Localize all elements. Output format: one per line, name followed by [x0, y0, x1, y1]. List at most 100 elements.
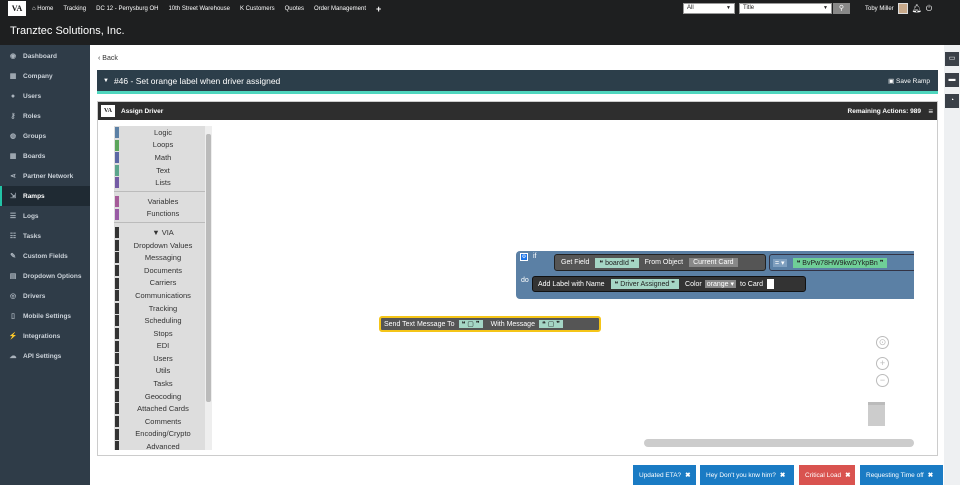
toolbox-category-via[interactable]: ▼ VIA [114, 226, 212, 239]
toolbox-category-documents[interactable]: Documents [114, 264, 212, 277]
back-link[interactable]: ‹ Back [98, 55, 118, 62]
recipient-string[interactable]: ❝ ▢ ❞ [458, 320, 483, 328]
zoom-out-icon[interactable]: − [876, 374, 889, 387]
sidebar-item-custom-fields[interactable]: ✎ Custom Fields [0, 246, 90, 266]
quick-tag-button[interactable]: Hey Don't you knw him? ✖ [700, 465, 794, 485]
scroll-thumb[interactable] [206, 134, 211, 402]
trash-icon[interactable] [868, 402, 885, 426]
toolbox-category-communications[interactable]: Communications [114, 289, 212, 302]
quick-tag-button[interactable]: Updated ETA? ✖ [633, 465, 696, 485]
get-field-block[interactable]: Get Field ❝ boardId ❞ From Object Curren… [554, 254, 766, 271]
toolbox-category-advanced[interactable]: Advanced [114, 440, 212, 450]
home-link[interactable]: ⌂ Home [32, 6, 53, 12]
nav-link-dc12[interactable]: DC 12 - Perrysburg OH [96, 6, 158, 12]
save-ramp-button[interactable]: ▣ Save Ramp [888, 77, 930, 85]
toolbox-category-comments[interactable]: Comments [114, 415, 212, 428]
search-scope-select[interactable]: All ▼ [683, 3, 735, 14]
sidebar-item-dropdown-options[interactable]: ▤ Dropdown Options [0, 266, 90, 286]
rss-icon[interactable]: ◔ [945, 94, 959, 108]
category-label: Stops [153, 328, 173, 338]
value-string[interactable]: ❝ BvPw78HW9kwDYkpBn ❞ [792, 257, 888, 268]
sidebar-item-integrations[interactable]: ⚡ Integrations [0, 326, 90, 346]
toolbox-category-messaging[interactable]: Messaging [114, 251, 212, 264]
quick-tag-button[interactable]: Requesting Time off ✖ [860, 465, 943, 485]
close-icon[interactable]: ✖ [928, 471, 933, 479]
search-button[interactable]: ⚲ [833, 3, 850, 14]
inbox-icon[interactable]: ▭ [945, 52, 959, 66]
sidebar-item-ramps[interactable]: ⇲ Ramps [0, 186, 90, 206]
collapse-chevron-icon[interactable]: ▼ [103, 78, 109, 84]
sidebar-item-api-settings[interactable]: ☁ API Settings [0, 346, 90, 366]
gear-icon[interactable]: ⚙ [520, 253, 528, 261]
toolbox-category-encodingcrypto[interactable]: Encoding/Crypto [114, 428, 212, 441]
sidebar-item-partner-network[interactable]: ⋖ Partner Network [0, 166, 90, 186]
toolbox-category-geocoding[interactable]: Geocoding [114, 390, 212, 403]
nav-link-order-management[interactable]: Order Management [314, 6, 366, 12]
message-string[interactable]: ❝ ▢ ❞ [538, 320, 564, 328]
search-field-select[interactable]: Title ▼ [739, 3, 832, 14]
add-label-block[interactable]: Add Label with Name ❝ Driver Assigned ❞ … [532, 276, 806, 292]
close-icon[interactable]: ✖ [780, 471, 785, 479]
send-text-message-block[interactable]: Send Text Message To ❝ ▢ ❞ With Message … [379, 316, 601, 332]
sidebar-item-groups[interactable]: ◍ Groups [0, 126, 90, 146]
sidebar-item-label: Company [23, 72, 53, 80]
toolbox-category-lists[interactable]: Lists [114, 176, 212, 189]
chat-icon[interactable]: ▬ [945, 73, 959, 87]
sidebar-item-company[interactable]: ▦ Company [0, 66, 90, 86]
nav-link-10th-street[interactable]: 10th Street Warehouse [168, 6, 229, 12]
avatar[interactable] [897, 3, 908, 14]
toolbox-category-logic[interactable]: Logic [114, 126, 212, 139]
user-menu[interactable]: Toby Miller 🔔︎ ⏻ [865, 0, 932, 17]
power-icon[interactable]: ⏻ [926, 4, 932, 14]
toolbox-category-tasks[interactable]: Tasks [114, 377, 212, 390]
blockly-workspace[interactable]: Logic Loops Math Text Lists Variables Function… [114, 126, 914, 450]
get-field-label: Get Field [561, 259, 590, 266]
sidebar-item-boards[interactable]: ▦ Boards [0, 146, 90, 166]
toolbox-category-text[interactable]: Text [114, 164, 212, 177]
toolbox-scrollbar[interactable] [205, 126, 212, 450]
sidebar-item-tasks[interactable]: ☷ Tasks [0, 226, 90, 246]
toolbox-category-math[interactable]: Math [114, 151, 212, 164]
sidebar-item-mobile-settings[interactable]: ▯ Mobile Settings [0, 306, 90, 326]
toolbox-category-loops[interactable]: Loops [114, 139, 212, 152]
toolbox-category-dropdownvalues[interactable]: Dropdown Values [114, 239, 212, 252]
add-tab-button[interactable]: + [376, 4, 381, 14]
nav-link-k-customers[interactable]: K Customers [240, 6, 275, 12]
workspace-horizontal-scrollbar[interactable] [644, 439, 914, 447]
hamburger-menu-icon[interactable]: ≡ [928, 107, 933, 116]
toolbox-category-edi[interactable]: EDI [114, 340, 212, 353]
toolbox-category-scheduling[interactable]: Scheduling [114, 314, 212, 327]
toolbox-category-carriers[interactable]: Carriers [114, 277, 212, 290]
sidebar-item-drivers[interactable]: ◎ Drivers [0, 286, 90, 306]
sidebar-item-logs[interactable]: ☰ Logs [0, 206, 90, 226]
zoom-in-icon[interactable]: + [876, 357, 889, 370]
field-string[interactable]: ❝ boardId ❞ [595, 257, 639, 268]
equals-block[interactable]: = ▾ ❝ BvPw78HW9kwDYkpBn ❞ [769, 254, 914, 271]
color-select[interactable]: orange ▾ [704, 280, 737, 288]
sidebar-item-roles[interactable]: ⚷ Roles [0, 106, 90, 126]
close-icon[interactable]: ✖ [685, 471, 690, 479]
card-input-slot[interactable] [766, 279, 774, 289]
toolbox-category-tracking[interactable]: Tracking [114, 302, 212, 315]
current-card-block[interactable]: Current Card [689, 258, 738, 267]
toolbox-category-users[interactable]: Users [114, 352, 212, 365]
sidebar-item-label: Integrations [23, 332, 61, 340]
via-logo[interactable]: VA [8, 1, 26, 16]
bell-icon[interactable]: 🔔︎ [912, 4, 922, 13]
quick-tag-button[interactable]: Critical Load ✖ [799, 465, 855, 485]
toolbox-category-attachedcards[interactable]: Attached Cards [114, 402, 212, 415]
close-icon[interactable]: ✖ [845, 471, 850, 479]
nav-link-tracking[interactable]: Tracking [63, 6, 86, 12]
add-label-text: Add Label with Name [538, 280, 605, 288]
zoom-reset-icon[interactable]: ⊙ [876, 336, 889, 349]
nav-link-quotes[interactable]: Quotes [285, 6, 304, 12]
label-name-string[interactable]: ❝ Driver Assigned ❞ [610, 279, 680, 289]
toolbox-category-functions[interactable]: Functions [114, 208, 212, 221]
category-color-bar [115, 390, 119, 402]
sidebar-item-dashboard[interactable]: ◉ Dashboard [0, 46, 90, 66]
sidebar-item-users[interactable]: ● Users [0, 86, 90, 106]
toolbox-category-variables[interactable]: Variables [114, 195, 212, 208]
compare-operator-select[interactable]: = ▾ [773, 258, 787, 267]
toolbox-category-stops[interactable]: Stops [114, 327, 212, 340]
toolbox-category-utils[interactable]: Utils [114, 365, 212, 378]
